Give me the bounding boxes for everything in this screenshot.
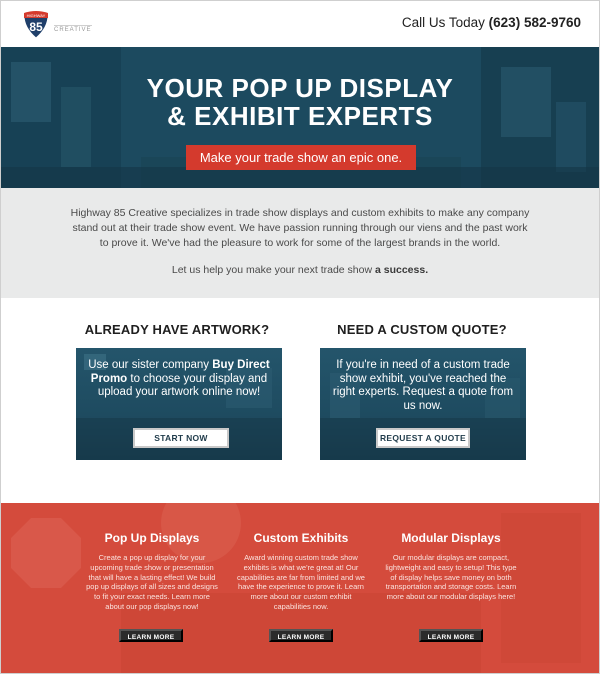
start-now-button[interactable]: START NOW bbox=[133, 428, 229, 448]
phone-contact[interactable]: Call Us Today (623) 582-9760 bbox=[402, 15, 581, 30]
service-description: Create a pop up display for your upcomin… bbox=[86, 553, 218, 611]
service-title: Modular Displays bbox=[401, 531, 501, 545]
quote-card-text: If you're in need of a custom trade show… bbox=[332, 359, 514, 412]
learn-more-pop-up-button[interactable]: LEARN MORE bbox=[119, 629, 183, 642]
phone-prefix: Call Us Today bbox=[401, 15, 489, 30]
service-description: Award winning custom trade show exhibits… bbox=[237, 553, 365, 611]
learn-more-modular-button[interactable]: LEARN MORE bbox=[419, 629, 483, 642]
page: HIGHWAY 85 CREATIVE Call Us Today (623) … bbox=[0, 0, 600, 674]
intro-tagline-bold: a success. bbox=[374, 264, 429, 276]
services-section: Pop Up Displays Create a pop up display … bbox=[1, 503, 599, 673]
hero-title-line2: & EXHIBIT EXPERTS bbox=[167, 101, 433, 131]
request-quote-button[interactable]: REQUEST A QUOTE bbox=[376, 428, 470, 448]
quote-card: If you're in need of a custom trade show… bbox=[320, 348, 526, 460]
learn-more-custom-button[interactable]: LEARN MORE bbox=[269, 629, 333, 642]
service-modular-displays: Modular Displays Our modular displays ar… bbox=[384, 531, 518, 602]
options-section: ALREADY HAVE ARTWORK? NEED A CUSTOM QUOT… bbox=[1, 298, 599, 503]
service-description: Our modular displays are compact, lightw… bbox=[385, 553, 517, 602]
logo-top-text: HIGHWAY bbox=[27, 13, 46, 18]
intro-tagline: Let us help you make your next trade sho… bbox=[1, 264, 599, 276]
site-header: HIGHWAY 85 CREATIVE Call Us Today (623) … bbox=[1, 1, 599, 47]
artwork-card-text: Use our sister company Buy Direct Promo … bbox=[84, 359, 274, 400]
service-pop-up-displays: Pop Up Displays Create a pop up display … bbox=[85, 531, 219, 612]
intro-tagline-text: Let us help you make your next trade sho… bbox=[171, 264, 375, 276]
service-title: Custom Exhibits bbox=[253, 531, 349, 545]
highway-shield-icon: HIGHWAY 85 bbox=[23, 10, 49, 39]
service-title: Pop Up Displays bbox=[104, 531, 200, 545]
phone-number: (623) 582-9760 bbox=[488, 15, 581, 30]
service-custom-exhibits: Custom Exhibits Award winning custom tra… bbox=[234, 531, 368, 612]
site-logo[interactable]: HIGHWAY 85 CREATIVE bbox=[21, 9, 92, 39]
logo-number: 85 bbox=[29, 20, 43, 34]
intro-paragraph: Highway 85 Creative specializes in trade… bbox=[70, 207, 530, 249]
hero-title-line1: YOUR POP UP DISPLAY bbox=[146, 73, 454, 103]
hero-cta-button[interactable]: Make your trade show an epic one. bbox=[186, 145, 416, 170]
logo-wordmark: CREATIVE bbox=[54, 25, 92, 33]
hero-banner: YOUR POP UP DISPLAY & EXHIBIT EXPERTS Ma… bbox=[1, 47, 599, 188]
artwork-card: Use our sister company Buy Direct Promo … bbox=[76, 348, 282, 460]
intro-section: Highway 85 Creative specializes in trade… bbox=[1, 188, 599, 298]
artwork-heading: ALREADY HAVE ARTWORK? bbox=[84, 322, 270, 337]
quote-heading: NEED A CUSTOM QUOTE? bbox=[337, 322, 507, 337]
artwork-text-before: Use our sister company bbox=[88, 359, 213, 371]
